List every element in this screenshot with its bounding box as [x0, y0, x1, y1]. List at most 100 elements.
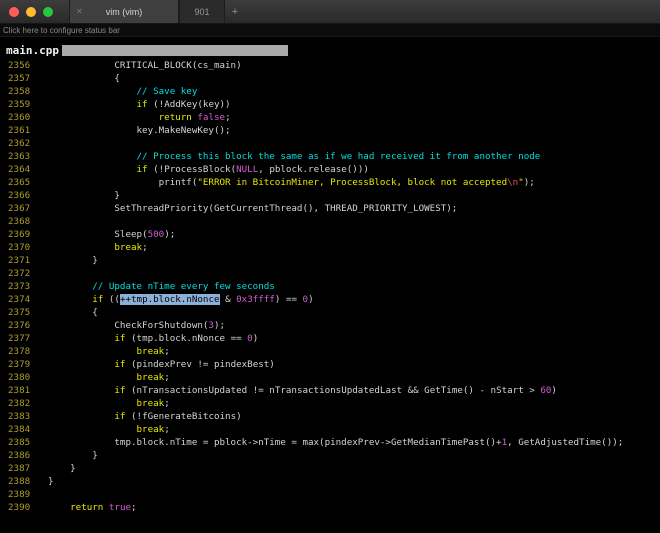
code-line[interactable]: 2360 return false;: [0, 111, 660, 124]
line-number: 2358: [8, 85, 48, 98]
code-line[interactable]: 2373 // Update nTime every few seconds: [0, 280, 660, 293]
code-token: if: [92, 294, 103, 305]
code-token: if: [114, 411, 125, 422]
line-number: 2386: [8, 449, 48, 462]
line-number: 2361: [8, 124, 48, 137]
code-token: [48, 242, 114, 253]
code-line[interactable]: 2376 CheckForShutdown(3);: [0, 319, 660, 332]
code-line[interactable]: 2363 // Process this block the same as i…: [0, 150, 660, 163]
code-line[interactable]: 2383 if (!fGenerateBitcoins): [0, 410, 660, 423]
line-number: 2364: [8, 163, 48, 176]
code-line[interactable]: 2357 {: [0, 72, 660, 85]
code-token: {: [48, 73, 120, 84]
code-line[interactable]: 2390 return true;: [0, 501, 660, 514]
buffer-filename[interactable]: main.cpp: [0, 44, 59, 57]
code-line[interactable]: 2370 break;: [0, 241, 660, 254]
line-number: 2376: [8, 319, 48, 332]
line-number: 2378: [8, 345, 48, 358]
code-token: [48, 333, 114, 344]
code-token: [48, 398, 137, 409]
code-area[interactable]: 2356 CRITICAL_BLOCK(cs_main)2357 {2358 /…: [0, 59, 660, 514]
code-line[interactable]: 2368: [0, 215, 660, 228]
zoom-window-button[interactable]: [43, 7, 53, 17]
code-line[interactable]: 2387 }: [0, 462, 660, 475]
code-line[interactable]: 2356 CRITICAL_BLOCK(cs_main): [0, 59, 660, 72]
code-line[interactable]: 2372: [0, 267, 660, 280]
code-token: key.MakeNewKey();: [48, 125, 231, 136]
code-token: ;: [225, 112, 231, 123]
code-token: (!AddKey(key)): [148, 99, 231, 110]
statusbar-config-hint[interactable]: Click here to configure status bar: [0, 24, 660, 37]
code-line[interactable]: 2382 break;: [0, 397, 660, 410]
code-line[interactable]: 2389: [0, 488, 660, 501]
code-token: if: [114, 359, 125, 370]
new-tab-button[interactable]: +: [225, 0, 245, 23]
code-line[interactable]: 2388}: [0, 475, 660, 488]
code-token: [48, 424, 137, 435]
code-token: \n: [507, 177, 518, 188]
code-line[interactable]: 2365 printf("ERROR in BitcoinMiner, Proc…: [0, 176, 660, 189]
code-line[interactable]: 2378 break;: [0, 345, 660, 358]
line-number: 2371: [8, 254, 48, 267]
code-token: (nTransactionsUpdated != nTransactionsUp…: [125, 385, 540, 396]
code-token: , pblock.release())): [258, 164, 369, 175]
line-number: 2372: [8, 267, 48, 280]
search-highlight: ++tmp.block.nNonce: [120, 294, 220, 305]
minimize-window-button[interactable]: [26, 7, 36, 17]
code-line[interactable]: 2361 key.MakeNewKey();: [0, 124, 660, 137]
window-titlebar[interactable]: ✕ vim (vim) 901 +: [0, 0, 660, 24]
code-line[interactable]: 2371 }: [0, 254, 660, 267]
code-token: [48, 164, 137, 175]
code-token: break: [114, 242, 142, 253]
tab-title: 901: [194, 7, 209, 17]
tabline-fill: [62, 45, 288, 56]
code-token: false: [197, 112, 225, 123]
code-token: if: [137, 164, 148, 175]
line-number: 2377: [8, 332, 48, 345]
line-number: 2365: [8, 176, 48, 189]
code-token: Sleep(: [48, 229, 148, 240]
code-line[interactable]: 2364 if (!ProcessBlock(NULL, pblock.rele…: [0, 163, 660, 176]
code-line[interactable]: 2377 if (tmp.block.nNonce == 0): [0, 332, 660, 345]
code-line[interactable]: 2358 // Save key: [0, 85, 660, 98]
code-token: (!fGenerateBitcoins): [125, 411, 241, 422]
code-token: [48, 411, 114, 422]
traffic-lights: [0, 7, 53, 17]
code-line[interactable]: 2362: [0, 137, 660, 150]
line-number: 2380: [8, 371, 48, 384]
line-number: 2389: [8, 488, 48, 501]
code-token: ): [551, 385, 557, 396]
tab-901[interactable]: 901: [179, 0, 225, 23]
code-line[interactable]: 2375 {: [0, 306, 660, 319]
close-window-button[interactable]: [9, 7, 19, 17]
code-token: ): [253, 333, 259, 344]
code-line[interactable]: 2379 if (pindexPrev != pindexBest): [0, 358, 660, 371]
code-token: break: [137, 398, 165, 409]
code-line[interactable]: 2366 }: [0, 189, 660, 202]
code-line[interactable]: 2380 break;: [0, 371, 660, 384]
code-token: SetThreadPriority(GetCurrentThread(), TH…: [48, 203, 457, 214]
line-number: 2363: [8, 150, 48, 163]
code-line[interactable]: 2381 if (nTransactionsUpdated != nTransa…: [0, 384, 660, 397]
code-token: 0x3ffff: [236, 294, 275, 305]
line-number: 2370: [8, 241, 48, 254]
line-number: 2382: [8, 397, 48, 410]
code-token: [48, 502, 70, 513]
code-token: "ERROR in BitcoinMiner, ProcessBlock, bl…: [197, 177, 507, 188]
code-line[interactable]: 2374 if ((++tmp.block.nNonce & 0x3ffff) …: [0, 293, 660, 306]
code-line[interactable]: 2386 }: [0, 449, 660, 462]
code-line[interactable]: 2369 Sleep(500);: [0, 228, 660, 241]
tab-vim[interactable]: ✕ vim (vim): [69, 0, 179, 23]
code-line[interactable]: 2384 break;: [0, 423, 660, 436]
code-token: }: [48, 255, 98, 266]
code-line[interactable]: 2385 tmp.block.nTime = pblock->nTime = m…: [0, 436, 660, 449]
line-number: 2381: [8, 384, 48, 397]
code-line[interactable]: 2367 SetThreadPriority(GetCurrentThread(…: [0, 202, 660, 215]
code-token: ;: [164, 346, 170, 357]
code-token: (tmp.block.nNonce ==: [125, 333, 247, 344]
code-line[interactable]: 2359 if (!AddKey(key)): [0, 98, 660, 111]
code-token: printf(: [48, 177, 197, 188]
tab-close-icon[interactable]: ✕: [76, 7, 83, 16]
code-token: [48, 372, 137, 383]
code-token: return: [159, 112, 192, 123]
